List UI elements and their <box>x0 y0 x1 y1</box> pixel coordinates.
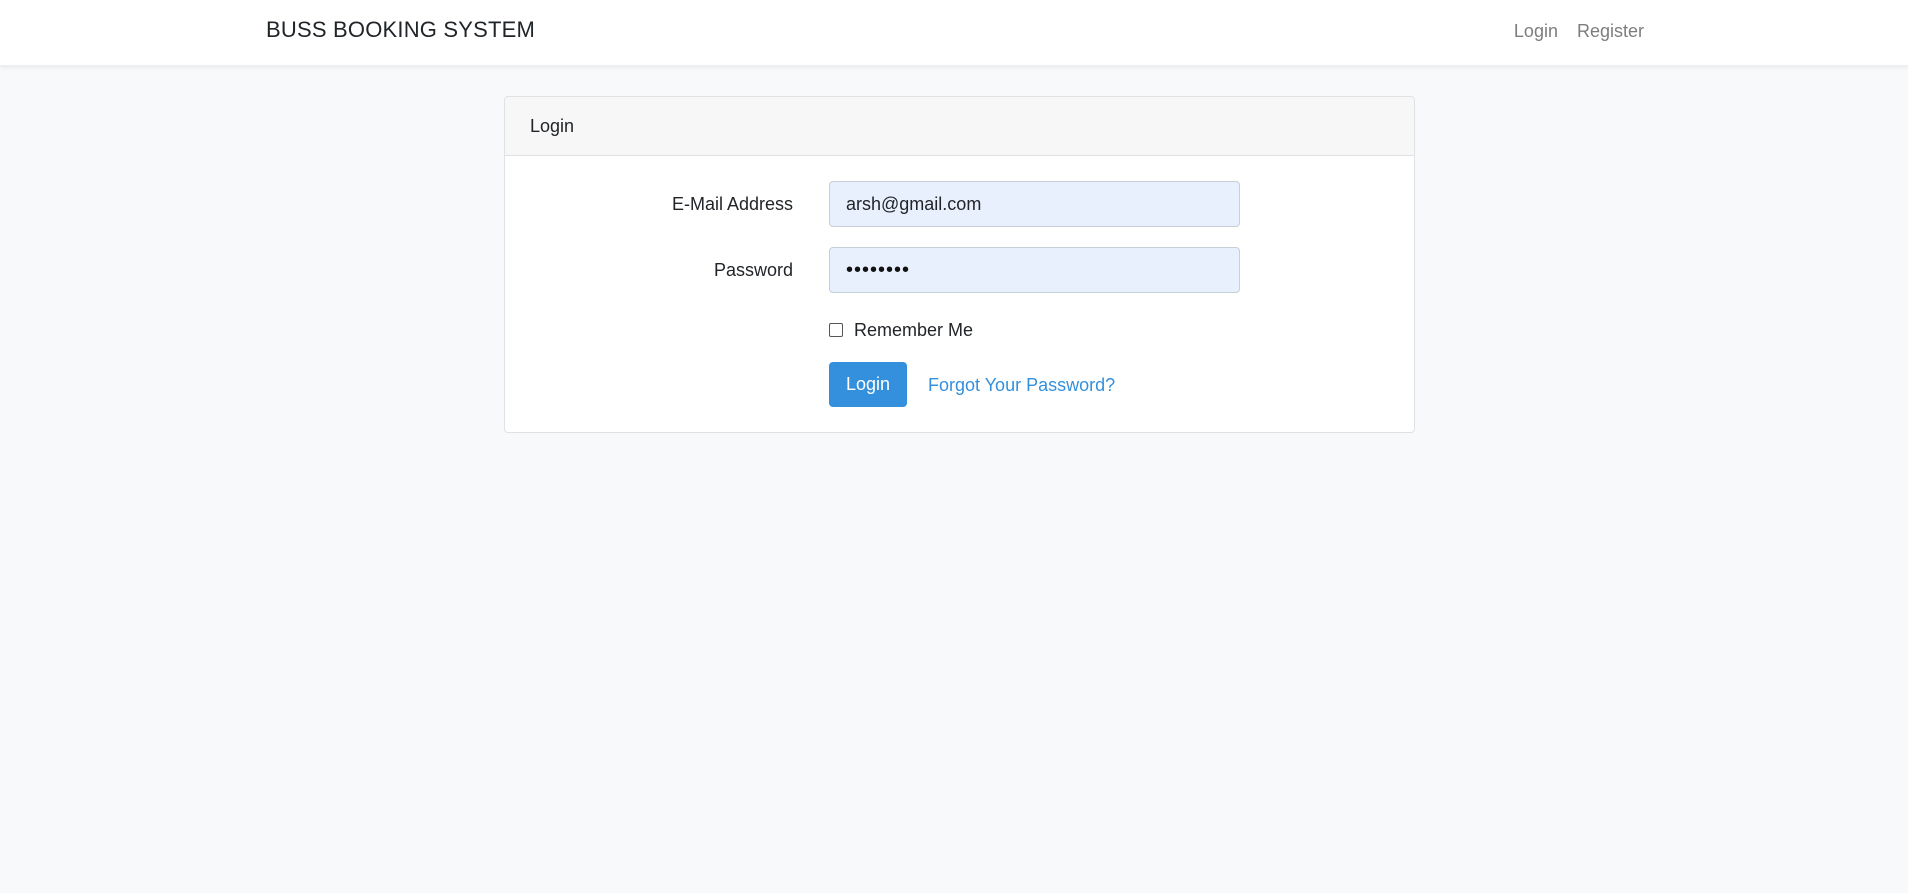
password-label: Password <box>713 260 793 280</box>
login-card: Login E-Mail Address arsh@gmail.com Pass… <box>504 96 1415 433</box>
nav-links: Login Register <box>1514 19 1644 43</box>
brand-title[interactable]: BUSS BOOKING SYSTEM <box>266 15 535 45</box>
nav-register-link[interactable]: Register <box>1577 19 1644 43</box>
remember-me-label[interactable]: Remember Me <box>854 318 973 342</box>
checkbox-icon[interactable] <box>829 323 843 337</box>
nav-login-link[interactable]: Login <box>1514 19 1558 43</box>
forgot-password-link[interactable]: Forgot Your Password? <box>928 373 1115 397</box>
top-navbar: BUSS BOOKING SYSTEM Login Register <box>0 0 1908 66</box>
email-field[interactable]: arsh@gmail.com <box>829 181 1240 227</box>
remember-me-checkbox[interactable]: Remember Me <box>829 318 973 342</box>
password-masked-value: •••••••• <box>846 259 911 281</box>
login-button[interactable]: Login <box>829 362 907 407</box>
password-field[interactable]: •••••••• <box>829 247 1240 293</box>
card-header: Login <box>505 97 1414 156</box>
email-label: E-Mail Address <box>671 194 793 214</box>
